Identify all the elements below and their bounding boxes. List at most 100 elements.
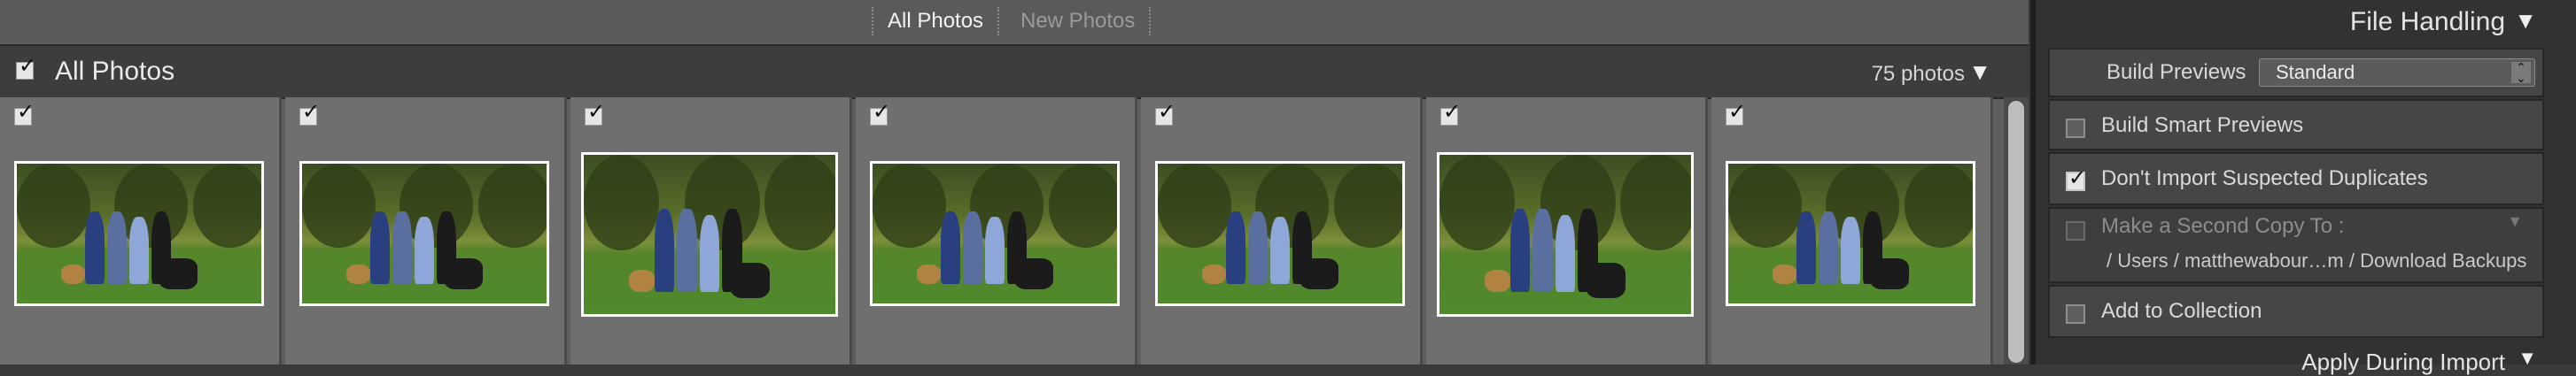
thumbnail-cell[interactable]: ✓: [570, 97, 852, 364]
select-all-checkbox[interactable]: ✓: [16, 56, 36, 80]
stroller-shape: [1014, 258, 1054, 290]
tree-shape: [1333, 164, 1402, 248]
tree-shape: [584, 155, 660, 250]
tree-shape: [1158, 164, 1231, 248]
photo-thumbnail[interactable]: [870, 161, 1120, 306]
person-shape: [677, 209, 697, 292]
tree-shape: [764, 155, 835, 250]
tab-new-photos[interactable]: New Photos: [1006, 7, 1152, 35]
photo-thumbnail[interactable]: [581, 152, 838, 317]
dog-shape: [1772, 264, 1797, 284]
family-photo-image: [873, 164, 1117, 303]
person-shape: [1840, 217, 1861, 284]
checkmark-icon: ✓: [1158, 100, 1176, 124]
stroller-shape: [1585, 263, 1626, 298]
family-photo-image: [302, 164, 547, 303]
up-down-arrows-icon: ⌃ ⌄: [2511, 61, 2531, 84]
stroller-shape: [159, 258, 198, 290]
person-shape: [107, 211, 128, 284]
tree-shape: [1904, 164, 1973, 248]
checkmark-icon: ✓: [302, 100, 321, 124]
grid-subheader: ✓ All Photos 75 photos ▼: [0, 44, 2029, 99]
thumbnail-checkbox[interactable]: ✓: [1726, 102, 1746, 126]
collapse-triangle-icon[interactable]: ▼: [2518, 347, 2537, 370]
thumbnail-cell[interactable]: ✓: [285, 97, 567, 364]
photo-thumbnail[interactable]: [14, 161, 264, 306]
second-copy-row: Make a Second Copy To : ▼ / Users / matt…: [2048, 207, 2544, 283]
stroller-shape: [1870, 258, 1910, 290]
tree-shape: [1439, 155, 1516, 250]
family-photo-image: [1439, 155, 1691, 314]
photo-thumbnail[interactable]: [299, 161, 549, 306]
scrollbar-thumb[interactable]: [2008, 101, 2024, 363]
person-shape: [963, 211, 983, 284]
next-panel-title[interactable]: Apply During Import: [2301, 349, 2505, 376]
thumbnail-checkbox[interactable]: ✓: [870, 102, 890, 126]
build-previews-value: Standard: [2276, 61, 2355, 83]
person-shape: [1509, 209, 1531, 292]
add-to-collection-row: Add to Collection: [2048, 285, 2544, 338]
person-shape: [414, 217, 435, 284]
thumbnail-checkbox[interactable]: ✓: [14, 102, 35, 126]
checkmark-icon: ✓: [2068, 166, 2087, 190]
checkmark-icon: ✓: [587, 100, 606, 124]
tree-shape: [1620, 155, 1691, 250]
checkmark-icon: ✓: [1728, 100, 1747, 124]
tree-shape: [1728, 164, 1802, 248]
tree-shape: [17, 164, 90, 248]
second-copy-checkbox[interactable]: [2066, 221, 2085, 241]
family-photo-image: [1728, 164, 1973, 303]
person-shape: [941, 211, 961, 284]
dog-shape: [629, 269, 655, 292]
photo-thumbnail[interactable]: [1437, 152, 1694, 317]
panel-title[interactable]: File Handling: [2350, 7, 2505, 37]
dont-import-duplicates-label[interactable]: Don't Import Suspected Duplicates: [2101, 166, 2428, 191]
thumbnail-checkbox[interactable]: ✓: [1155, 102, 1175, 126]
person-shape: [984, 217, 1005, 284]
tab-all-photos[interactable]: All Photos: [872, 7, 1000, 35]
thumbnail-row: ✓ ✓ ✓ ✓ ✓ ✓ ✓: [0, 97, 2004, 364]
build-previews-select[interactable]: Standard ⌃ ⌄: [2259, 58, 2535, 87]
build-smart-previews-label[interactable]: Build Smart Previews: [2101, 113, 2303, 138]
thumbnail-cell[interactable]: ✓: [1141, 97, 1423, 364]
dog-shape: [345, 264, 371, 284]
person-shape: [1532, 209, 1553, 292]
thumbnail-checkbox[interactable]: ✓: [1440, 102, 1461, 126]
family-photo-image: [17, 164, 261, 303]
thumbnail-checkbox[interactable]: ✓: [585, 102, 605, 126]
build-smart-previews-checkbox[interactable]: [2066, 119, 2085, 138]
dog-shape: [60, 264, 86, 284]
person-shape: [699, 215, 720, 292]
tree-shape: [1048, 164, 1117, 248]
add-to-collection-label[interactable]: Add to Collection: [2101, 299, 2262, 324]
family-photo-image: [1158, 164, 1402, 303]
person-shape: [1248, 211, 1269, 284]
import-grid-panel: All Photos New Photos ✓ All Photos 75 ph…: [0, 0, 2029, 364]
second-copy-label[interactable]: Make a Second Copy To :: [2101, 214, 2344, 239]
person-shape: [1269, 217, 1291, 284]
thumbnail-cell[interactable]: ✓: [1711, 97, 1993, 364]
dont-import-duplicates-row: ✓ Don't Import Suspected Duplicates: [2048, 152, 2544, 205]
thumbnail-cell[interactable]: ✓: [1426, 97, 1708, 364]
dog-shape: [1201, 264, 1227, 284]
photo-thumbnail[interactable]: [1155, 161, 1405, 306]
photo-count: 75 photos: [1871, 62, 1965, 86]
add-to-collection-checkbox[interactable]: [2066, 304, 2085, 324]
file-handling-panel: File Handling ▼ Build Previews Standard …: [2030, 0, 2576, 375]
dont-import-duplicates-checkbox[interactable]: ✓: [2066, 166, 2086, 191]
source-filter-tabs: All Photos New Photos: [0, 0, 2029, 42]
person-shape: [1819, 211, 1839, 284]
dropdown-arrow-icon[interactable]: ▼: [2507, 212, 2523, 231]
build-smart-previews-row: Build Smart Previews: [2048, 99, 2544, 150]
grid-scrollbar[interactable]: [2004, 97, 2029, 364]
build-previews-label: Build Previews: [2107, 60, 2246, 84]
thumbnail-cell[interactable]: ✓: [0, 97, 282, 364]
collapse-triangle-icon[interactable]: ▼: [2514, 7, 2537, 35]
photo-thumbnail[interactable]: [1726, 161, 1975, 306]
person-shape: [392, 211, 413, 284]
thumbnail-checkbox[interactable]: ✓: [299, 102, 320, 126]
thumbnail-cell[interactable]: ✓: [856, 97, 1137, 364]
triangle-down-icon[interactable]: ▼: [1968, 58, 1991, 86]
person-shape: [370, 211, 391, 284]
build-previews-row: Build Previews Standard ⌃ ⌄: [2048, 48, 2544, 97]
